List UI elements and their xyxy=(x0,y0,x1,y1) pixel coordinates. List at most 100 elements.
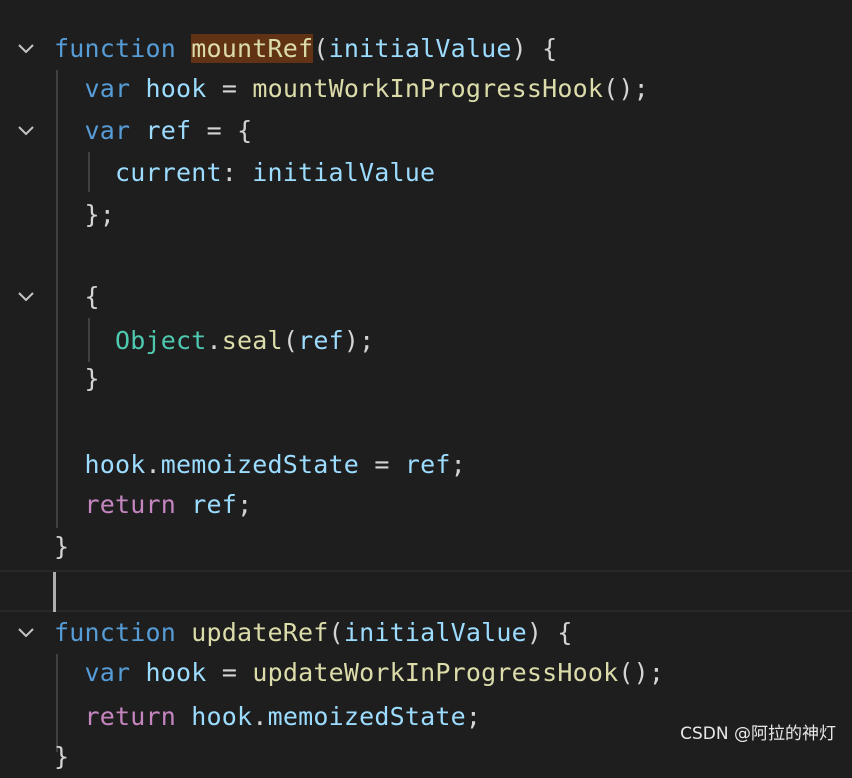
code-text: var hook = updateWorkInProgressHook(); xyxy=(54,652,664,694)
code-token: = xyxy=(359,450,405,479)
code-token: var xyxy=(84,658,131,687)
code-line[interactable]: { xyxy=(0,276,852,318)
code-token: var xyxy=(84,116,131,145)
code-text: function updateRef(initialValue) { xyxy=(54,612,573,654)
code-text: } xyxy=(54,526,69,568)
code-line[interactable] xyxy=(0,236,852,278)
code-token: ref xyxy=(145,116,192,145)
code-token: (); xyxy=(618,658,665,687)
code-token: ) { xyxy=(511,34,558,63)
chevron-down-icon[interactable] xyxy=(14,612,38,654)
watermark: CSDN @阿拉的神灯 xyxy=(680,724,836,744)
text-cursor xyxy=(53,572,56,612)
code-token: Object xyxy=(115,326,207,355)
code-token: function xyxy=(54,34,177,63)
code-token: ); xyxy=(343,326,375,355)
code-token: hook xyxy=(191,702,253,731)
code-line[interactable]: } xyxy=(0,358,852,400)
code-token: ( xyxy=(282,326,299,355)
code-line[interactable]: function mountRef(initialValue) { xyxy=(0,28,852,70)
chevron-down-icon[interactable] xyxy=(14,110,38,152)
code-line[interactable] xyxy=(0,570,852,612)
code-text: var hook = mountWorkInProgressHook(); xyxy=(54,68,649,110)
code-token: ref xyxy=(191,490,238,519)
chevron-down-icon[interactable] xyxy=(14,28,38,70)
code-token: ref xyxy=(298,326,344,355)
code-token: mountWorkInProgressHook xyxy=(252,74,604,103)
code-token: updateRef xyxy=(191,618,329,647)
code-token: var xyxy=(84,74,131,103)
code-token: seal xyxy=(221,326,283,355)
code-token: } xyxy=(54,532,70,561)
code-token: initialValue xyxy=(328,34,512,63)
code-text: }; xyxy=(54,194,115,236)
code-line[interactable]: var hook = updateWorkInProgressHook(); xyxy=(0,652,852,694)
code-text: current: initialValue xyxy=(54,152,435,194)
code-line[interactable]: var hook = mountWorkInProgressHook(); xyxy=(0,68,852,110)
code-text: return ref; xyxy=(54,484,253,526)
code-token: = xyxy=(206,74,253,103)
code-token: } xyxy=(54,742,70,771)
code-token: hook xyxy=(84,450,146,479)
code-token: ( xyxy=(313,34,329,63)
code-line[interactable]: }; xyxy=(0,194,852,236)
code-token: function xyxy=(54,618,177,647)
code-text: return hook.memoizedState; xyxy=(54,696,481,738)
code-token: hook xyxy=(145,74,207,103)
code-token: : xyxy=(221,158,253,187)
code-token: updateWorkInProgressHook xyxy=(252,658,619,687)
code-text: var ref = { xyxy=(54,110,253,152)
code-token: mountRef xyxy=(191,34,314,63)
code-line[interactable]: Object.seal(ref); xyxy=(0,320,852,362)
code-line[interactable]: hook.memoizedState = ref; xyxy=(0,444,852,486)
code-text: hook.memoizedState = ref; xyxy=(54,444,466,486)
code-token: return xyxy=(84,490,177,519)
code-token: ) { xyxy=(526,618,573,647)
code-token: initialValue xyxy=(343,618,527,647)
code-token: ( xyxy=(328,618,344,647)
code-text: { xyxy=(54,276,100,318)
code-token: hook xyxy=(145,658,207,687)
code-token: }; xyxy=(84,200,116,229)
code-token: . xyxy=(206,326,222,355)
code-token: ; xyxy=(237,490,253,519)
code-text: } xyxy=(54,736,69,778)
code-line[interactable]: } xyxy=(0,526,852,568)
code-line[interactable]: return ref; xyxy=(0,484,852,526)
code-token: = xyxy=(206,658,253,687)
code-line[interactable]: var ref = { xyxy=(0,110,852,152)
code-line[interactable]: current: initialValue xyxy=(0,152,852,194)
code-token: current xyxy=(115,158,222,187)
code-token: return xyxy=(84,702,177,731)
code-token: { xyxy=(84,282,100,311)
code-text: Object.seal(ref); xyxy=(54,320,374,362)
code-text: function mountRef(initialValue) { xyxy=(54,28,557,70)
code-token: initialValue xyxy=(252,158,436,187)
code-token: ; xyxy=(450,450,466,479)
code-token: } xyxy=(84,364,100,393)
code-line[interactable]: function updateRef(initialValue) { xyxy=(0,612,852,654)
code-token: memoizedState xyxy=(267,702,466,731)
chevron-down-icon[interactable] xyxy=(14,276,38,318)
code-editor[interactable]: function mountRef(initialValue) { var ho… xyxy=(0,0,852,771)
code-token: ref xyxy=(404,450,451,479)
code-line[interactable] xyxy=(0,402,852,444)
code-text: } xyxy=(54,358,100,400)
code-token: . xyxy=(252,702,268,731)
